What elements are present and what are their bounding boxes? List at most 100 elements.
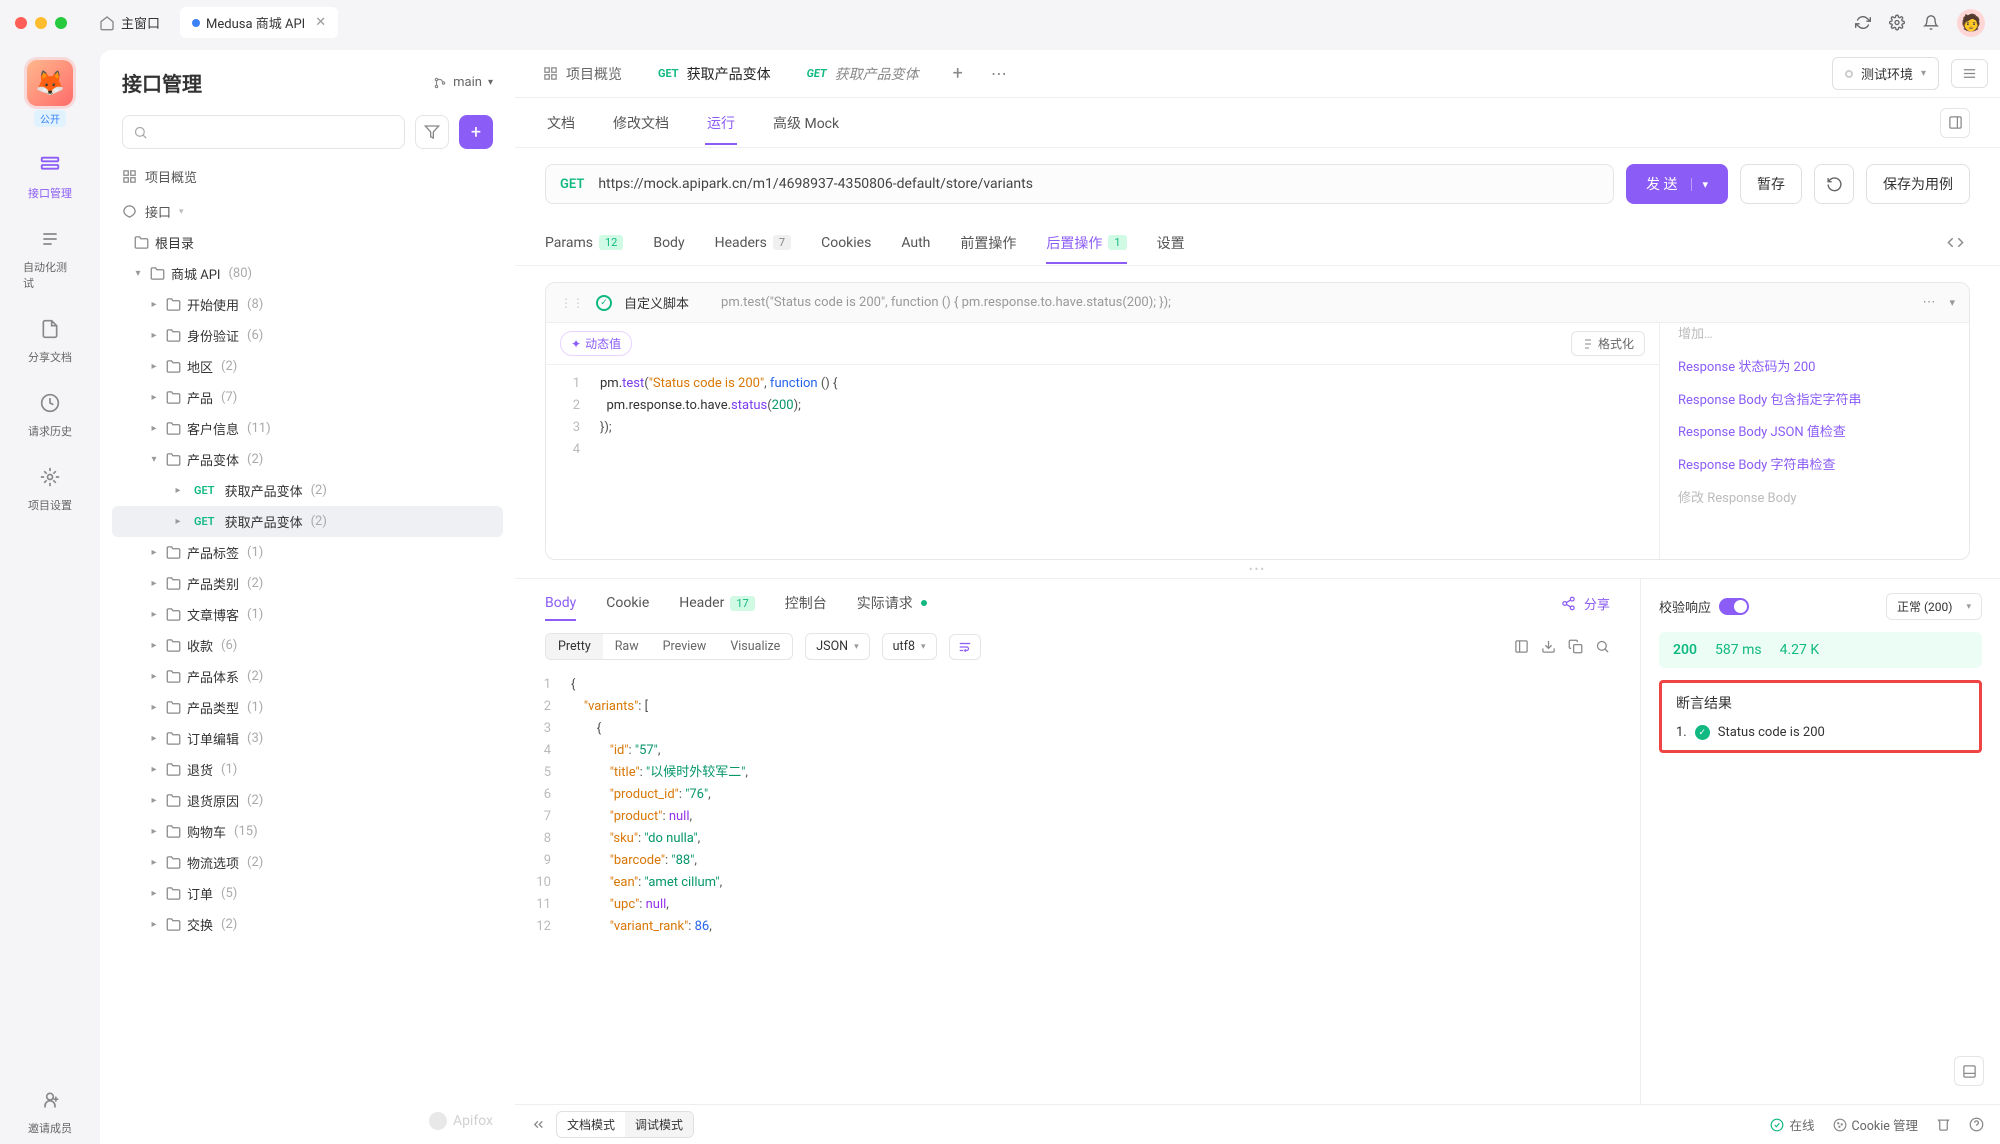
resp-tab-控制台[interactable]: 控制台 — [785, 583, 827, 623]
resp-tab-cookie[interactable]: Cookie — [606, 585, 649, 621]
tree-folder-item[interactable]: ▸产品标签(1) — [112, 537, 503, 568]
layout-toggle-button[interactable] — [1940, 108, 1970, 138]
user-avatar[interactable]: 🧑 — [1957, 9, 1985, 37]
save-case-button[interactable]: 保存为用例 — [1866, 164, 1970, 204]
wrap-toggle[interactable] — [949, 634, 981, 660]
rail-request-history[interactable]: 请求历史 — [15, 381, 85, 447]
tree-folder-item[interactable]: ▸订单(5) — [112, 878, 503, 909]
share-button[interactable]: 分享 — [1584, 594, 1610, 613]
tree-folder-item[interactable]: ▸客户信息(11) — [112, 413, 503, 444]
tree-folder-item[interactable]: ▸产品体系(2) — [112, 661, 503, 692]
cookie-manage-button[interactable]: Cookie 管理 — [1833, 1115, 1919, 1134]
rail-project-settings[interactable]: 项目设置 — [15, 455, 85, 521]
tree-folder-item[interactable]: ▸退货(1) — [112, 754, 503, 785]
tree-folder-item[interactable]: ▾商城 API(80) — [112, 258, 503, 289]
minimize-window-button[interactable] — [35, 17, 47, 29]
main-tab-2[interactable]: GET 获取产品变体 — [791, 54, 935, 94]
snippet-partial-top[interactable]: 增加… — [1678, 325, 1951, 346]
menu-button[interactable] — [1951, 59, 1988, 88]
snippet-link[interactable]: Response 状态码为 200 — [1678, 358, 1951, 379]
tree-api-item[interactable]: ▸GET获取产品变体(2) — [112, 475, 503, 506]
tree-folder-item[interactable]: ▸开始使用(8) — [112, 289, 503, 320]
tree-api-item[interactable]: ▸GET获取产品变体(2) — [112, 506, 503, 537]
more-icon[interactable]: ⋯ — [1922, 295, 1935, 310]
rail-share-docs[interactable]: 分享文档 — [15, 307, 85, 373]
project-overview-link[interactable]: 项目概览 — [100, 157, 515, 192]
add-tab-button[interactable]: + — [939, 55, 977, 92]
add-button[interactable]: + — [459, 115, 493, 149]
verify-toggle[interactable] — [1719, 598, 1749, 615]
main-tab-overview[interactable]: 项目概览 — [527, 54, 638, 94]
drag-handle-icon[interactable]: ⋮⋮ — [560, 296, 584, 310]
script-editor[interactable]: 1 2 3 4 pm.test("Status code is 200", fu… — [546, 365, 1659, 469]
format-selector[interactable]: JSON▾ — [805, 633, 869, 660]
refresh-icon[interactable] — [1855, 15, 1871, 31]
settings-icon[interactable] — [1889, 15, 1905, 31]
tree-folder-item[interactable]: ▸身份验证(6) — [112, 320, 503, 351]
tree-folder-item[interactable]: ▸订单编辑(3) — [112, 723, 503, 754]
code-button[interactable] — [1940, 228, 1970, 258]
save-draft-button[interactable]: 暂存 — [1740, 164, 1802, 204]
bell-icon[interactable] — [1923, 15, 1939, 31]
expected-status-selector[interactable]: 正常 (200) ▾ — [1886, 593, 1982, 620]
tree-folder-item[interactable]: 根目录 — [112, 227, 503, 258]
req-tab-设置[interactable]: 设置 — [1157, 223, 1185, 263]
environment-selector[interactable]: 测试环境 ▾ — [1832, 57, 1939, 90]
tree-folder-item[interactable]: ▾产品变体(2) — [112, 444, 503, 475]
download-icon[interactable] — [1541, 639, 1556, 654]
req-tab-前置操作[interactable]: 前置操作 — [960, 223, 1016, 263]
maximize-window-button[interactable] — [55, 17, 67, 29]
rail-invite-members[interactable]: 邀请成员 — [15, 1078, 85, 1144]
tree-folder-item[interactable]: ▸物流选项(2) — [112, 847, 503, 878]
req-tab-auth[interactable]: Auth — [901, 225, 930, 261]
project-tab[interactable]: Medusa 商城 API ✕ — [180, 7, 338, 38]
resp-tab-实际请求[interactable]: 实际请求 — [857, 583, 927, 623]
branch-selector[interactable]: main ▾ — [433, 75, 493, 90]
close-tab-button[interactable]: ✕ — [315, 15, 326, 30]
trash-button[interactable] — [1936, 1117, 1951, 1132]
send-dropdown-icon[interactable]: ▾ — [1691, 178, 1708, 191]
format-chip[interactable]: 格式化 — [1571, 331, 1645, 356]
tree-folder-item[interactable]: ▸产品类别(2) — [112, 568, 503, 599]
collapse-icon[interactable]: ▾ — [1949, 296, 1955, 309]
subtab-mock[interactable]: 高级 Mock — [771, 101, 841, 145]
rail-automation-testing[interactable]: 自动化测试 — [15, 217, 85, 299]
req-tab-headers[interactable]: Headers7 — [715, 225, 792, 261]
search-input[interactable] — [122, 115, 405, 149]
req-tab-body[interactable]: Body — [653, 225, 684, 261]
tree-folder-item[interactable]: ▸购物车(15) — [112, 816, 503, 847]
req-tab-后置操作[interactable]: 后置操作1 — [1046, 223, 1126, 263]
subtab-edit-doc[interactable]: 修改文档 — [611, 101, 671, 145]
close-window-button[interactable] — [15, 17, 27, 29]
main-tab-active[interactable]: GET 获取产品变体 — [642, 54, 787, 94]
method-selector[interactable]: GET — [546, 177, 598, 192]
snippet-link[interactable]: Response Body JSON 值检查 — [1678, 423, 1951, 444]
expand-response-button[interactable] — [1954, 1056, 1984, 1086]
encoding-selector[interactable]: utf8▾ — [882, 633, 937, 660]
tab-menu-button[interactable]: ⋯ — [981, 56, 1017, 91]
tree-folder-item[interactable]: ▸退货原因(2) — [112, 785, 503, 816]
expand-icon[interactable] — [1514, 639, 1529, 654]
subtab-doc[interactable]: 文档 — [545, 101, 577, 145]
debug-mode-button[interactable]: 调试模式 — [625, 1112, 693, 1137]
collapse-sidebar-button[interactable] — [531, 1117, 546, 1132]
subtab-run[interactable]: 运行 — [705, 101, 737, 145]
search-response-icon[interactable] — [1595, 639, 1610, 654]
req-tab-cookies[interactable]: Cookies — [821, 225, 871, 261]
reset-button[interactable] — [1814, 164, 1854, 204]
snippet-link[interactable]: Response Body 包含指定字符串 — [1678, 391, 1951, 412]
resize-handle[interactable]: ••• — [515, 560, 2000, 578]
seg-pretty[interactable]: Pretty — [546, 634, 603, 659]
tree-folder-item[interactable]: ▸地区(2) — [112, 351, 503, 382]
url-input[interactable] — [598, 176, 1613, 192]
copy-icon[interactable] — [1568, 639, 1583, 654]
seg-visualize[interactable]: Visualize — [718, 634, 792, 659]
resp-tab-body[interactable]: Body — [545, 585, 576, 621]
filter-button[interactable] — [415, 115, 449, 149]
tree-folder-item[interactable]: ▸产品(7) — [112, 382, 503, 413]
seg-preview[interactable]: Preview — [651, 634, 719, 659]
help-button[interactable] — [1969, 1117, 1984, 1132]
snippet-partial-bottom[interactable]: 修改 Response Body — [1678, 489, 1951, 510]
rail-api-management[interactable]: 接口管理 — [15, 143, 85, 209]
dynamic-value-chip[interactable]: ✦ 动态值 — [560, 331, 632, 356]
